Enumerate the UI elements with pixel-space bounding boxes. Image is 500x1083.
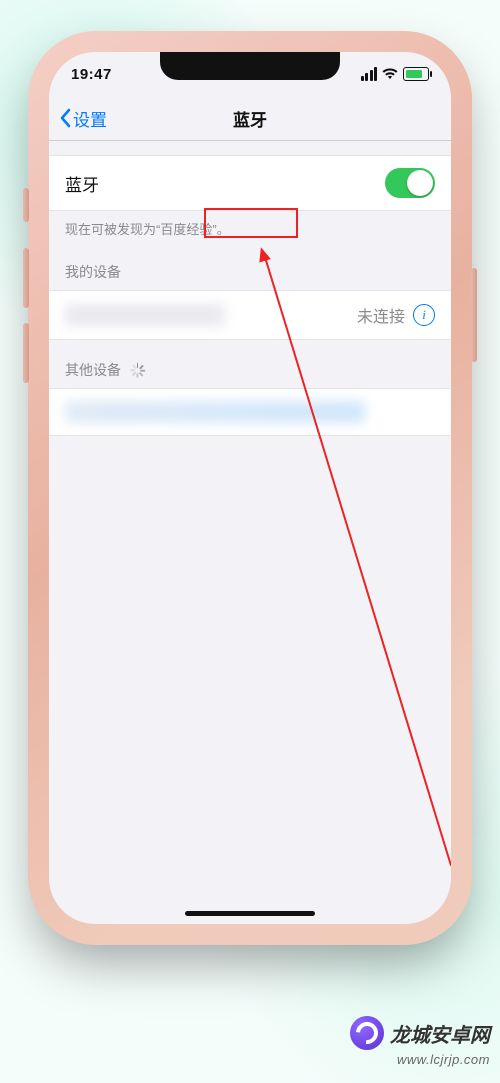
watermark-url: www.lcjrjp.com [397, 1052, 490, 1067]
bluetooth-toggle-row[interactable]: 蓝牙 [49, 155, 451, 211]
power-button [471, 268, 477, 362]
other-device-row[interactable] [49, 388, 451, 436]
device-name-redacted [65, 304, 225, 326]
bluetooth-switch[interactable] [385, 168, 435, 198]
cellular-signal-icon [361, 67, 378, 81]
spinner-icon [129, 363, 144, 378]
volume-up-button [23, 248, 29, 308]
battery-icon [403, 67, 429, 81]
discoverable-text: 现在可被发现为“百度经验”。 [49, 211, 451, 242]
notch [160, 52, 340, 80]
my-device-row[interactable]: 未连接 i [49, 290, 451, 340]
info-icon[interactable]: i [413, 304, 435, 326]
phone-frame: 19:47 设置 [35, 38, 465, 938]
device-name-redacted [65, 401, 365, 423]
chevron-left-icon [59, 108, 71, 128]
wifi-icon [382, 68, 398, 80]
watermark: 龙城安卓网 www.lcjrjp.com [350, 1016, 490, 1067]
my-devices-header: 我的设备 [49, 242, 451, 290]
mute-switch [23, 188, 29, 222]
back-button[interactable]: 设置 [59, 106, 107, 131]
watermark-brand: 龙城安卓网 [390, 1019, 490, 1048]
volume-down-button [23, 323, 29, 383]
nav-bar: 设置 蓝牙 [49, 96, 451, 141]
other-devices-header: 其他设备 [49, 340, 451, 388]
bluetooth-label: 蓝牙 [65, 171, 99, 196]
back-label: 设置 [73, 106, 107, 131]
device-status: 未连接 [357, 303, 405, 327]
status-time: 19:47 [71, 66, 112, 83]
screen: 19:47 设置 [49, 52, 451, 924]
page-title: 蓝牙 [233, 106, 267, 131]
home-indicator[interactable] [185, 911, 315, 916]
watermark-logo-icon [350, 1016, 384, 1050]
